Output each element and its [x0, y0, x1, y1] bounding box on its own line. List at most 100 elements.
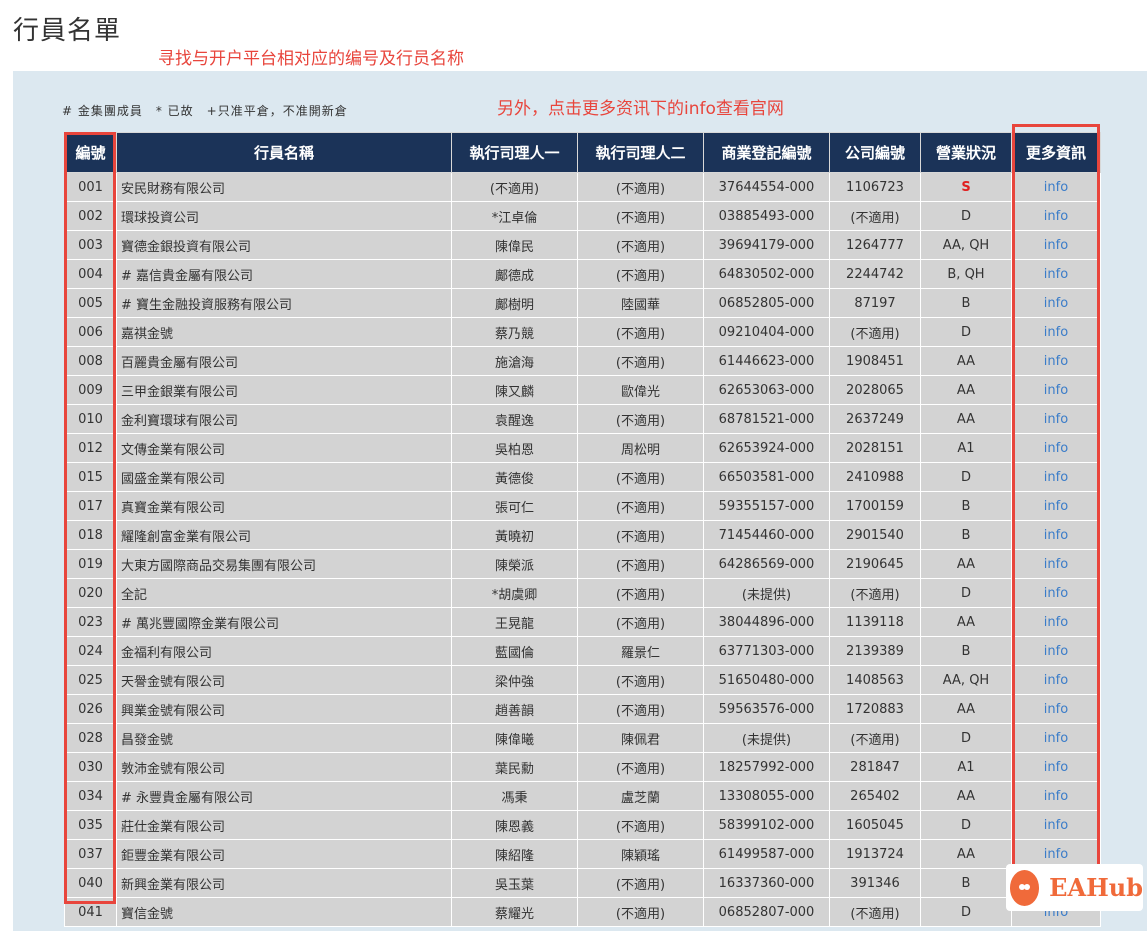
row-company-no-cell: 2028151 — [829, 433, 921, 463]
row-name-cell: 興業金號有限公司 — [116, 694, 452, 724]
row-manager-1-cell: *江卓倫 — [451, 201, 578, 231]
row-id-cell: 001 — [64, 172, 117, 202]
row-manager-1-cell: 蔡耀光 — [451, 897, 578, 927]
row-manager-2-cell: 盧芝蘭 — [577, 781, 704, 811]
row-id-cell: 041 — [64, 897, 117, 927]
info-link[interactable]: info — [1044, 180, 1068, 195]
row-manager-2-cell: (不適用) — [577, 607, 704, 637]
row-id-cell: 018 — [64, 520, 117, 550]
info-link[interactable]: info — [1044, 383, 1068, 398]
info-link[interactable]: info — [1044, 760, 1068, 775]
row-status-cell: AA — [920, 607, 1012, 637]
info-link[interactable]: info — [1044, 499, 1068, 514]
eahub-logo-text: EAHub — [1049, 873, 1143, 902]
row-business-reg-cell: 59563576-000 — [703, 694, 830, 724]
row-business-reg-cell: 71454460-000 — [703, 520, 830, 550]
col-header-manager-1: 執行司理人一 — [451, 132, 578, 173]
info-link[interactable]: info — [1044, 441, 1068, 456]
info-link[interactable]: info — [1044, 528, 1068, 543]
row-status-cell: AA, QH — [920, 230, 1012, 260]
row-company-no-cell: 1408563 — [829, 665, 921, 695]
row-manager-2-cell: 周松明 — [577, 433, 704, 463]
row-business-reg-cell: 66503581-000 — [703, 462, 830, 492]
row-status-cell: AA, QH — [920, 665, 1012, 695]
row-info-cell: info — [1011, 723, 1101, 753]
row-info-cell: info — [1011, 665, 1101, 695]
row-manager-2-cell: (不適用) — [577, 230, 704, 260]
row-id-cell: 025 — [64, 665, 117, 695]
info-link[interactable]: info — [1044, 296, 1068, 311]
table-row: 009 三甲金銀業有限公司 陳又麟 歐偉光 62653063-000 2028065 AA i… — [64, 375, 1101, 405]
row-manager-1-cell: 吳柏恩 — [451, 433, 578, 463]
info-link[interactable]: info — [1044, 789, 1068, 804]
row-info-cell: info — [1011, 694, 1101, 724]
row-info-cell: info — [1011, 636, 1101, 666]
row-info-cell: info — [1011, 752, 1101, 782]
row-manager-2-cell: 陸國華 — [577, 288, 704, 318]
row-id-cell: 026 — [64, 694, 117, 724]
row-company-no-cell: 391346 — [829, 868, 921, 898]
row-company-no-cell: 87197 — [829, 288, 921, 318]
row-status-cell: D — [920, 578, 1012, 608]
row-manager-1-cell: (不適用) — [451, 172, 578, 202]
row-company-no-cell: 1720883 — [829, 694, 921, 724]
info-link[interactable]: info — [1044, 702, 1068, 717]
info-link[interactable]: info — [1044, 847, 1068, 862]
members-table: 編號 行員名稱 執行司理人一 執行司理人二 商業登記編號 公司編號 營業狀況 更… — [64, 132, 1101, 927]
info-link[interactable]: info — [1044, 557, 1068, 572]
row-manager-1-cell: 吳玉葉 — [451, 868, 578, 898]
table-row: 020 全記 *胡虞卿 (不適用) (未提供) (不適用) Dinfo — [64, 578, 1101, 608]
info-link[interactable]: info — [1044, 325, 1068, 340]
row-manager-2-cell: (不適用) — [577, 665, 704, 695]
row-business-reg-cell: 03885493-000 — [703, 201, 830, 231]
row-name-cell: 嘉祺金號 — [116, 317, 452, 347]
info-link[interactable]: info — [1044, 644, 1068, 659]
row-business-reg-cell: 63771303-000 — [703, 636, 830, 666]
row-info-cell: info — [1011, 317, 1101, 347]
row-id-cell: 020 — [64, 578, 117, 608]
info-link[interactable]: info — [1044, 586, 1068, 601]
row-info-cell: info — [1011, 375, 1101, 405]
row-business-reg-cell: 18257992-000 — [703, 752, 830, 782]
row-manager-1-cell: 蔡乃競 — [451, 317, 578, 347]
row-manager-1-cell: 葉民勳 — [451, 752, 578, 782]
row-manager-1-cell: 陳紹隆 — [451, 839, 578, 869]
row-business-reg-cell: 39694179-000 — [703, 230, 830, 260]
row-manager-1-cell: 張可仁 — [451, 491, 578, 521]
table-row: 040新興金業有限公司吳玉葉(不適用)16337360-000391346Bin… — [64, 868, 1101, 898]
row-manager-2-cell: (不適用) — [577, 752, 704, 782]
row-business-reg-cell: 62653924-000 — [703, 433, 830, 463]
info-link[interactable]: info — [1044, 354, 1068, 369]
col-header-more-info: 更多資訊 — [1011, 132, 1101, 173]
row-company-no-cell: 265402 — [829, 781, 921, 811]
row-id-cell: 024 — [64, 636, 117, 666]
row-info-cell: info — [1011, 781, 1101, 811]
row-info-cell: info — [1011, 230, 1101, 260]
info-link[interactable]: info — [1044, 673, 1068, 688]
row-status-cell: D — [920, 317, 1012, 347]
row-manager-1-cell: 施滄海 — [451, 346, 578, 376]
table-row: 026 興業金號有限公司 趙善韻 (不適用) 59563576-000 1720883 AA… — [64, 694, 1101, 724]
row-business-reg-cell: 51650480-000 — [703, 665, 830, 695]
row-name-cell: # 寶生金融投資服務有限公司 — [116, 288, 452, 318]
info-link[interactable]: info — [1044, 731, 1068, 746]
info-link[interactable]: info — [1044, 615, 1068, 630]
info-link[interactable]: info — [1044, 209, 1068, 224]
info-link[interactable]: info — [1044, 412, 1068, 427]
row-manager-2-cell: (不適用) — [577, 404, 704, 434]
row-id-cell: 015 — [64, 462, 117, 492]
row-manager-1-cell: 黃曉初 — [451, 520, 578, 550]
table-row: 019 大東方國際商品交易集團有限公司 陳榮派 (不適用) 64286569-000 21… — [64, 549, 1101, 579]
annotation-mid: 另外，点击更多资讯下的info查看官网 — [497, 99, 784, 119]
info-link[interactable]: info — [1044, 818, 1068, 833]
row-company-no-cell: 2637249 — [829, 404, 921, 434]
annotation-top: 寻找与开户平台相对应的编号及行员名称 — [158, 49, 464, 69]
row-company-no-cell: 2901540 — [829, 520, 921, 550]
row-name-cell: 大東方國際商品交易集團有限公司 — [116, 549, 452, 579]
info-link[interactable]: info — [1044, 238, 1068, 253]
table-row: 028 昌發金號 陳偉曦 陳佩君 (未提供) (不適用) Dinfo — [64, 723, 1101, 753]
row-info-cell: info — [1011, 433, 1101, 463]
info-link[interactable]: info — [1044, 470, 1068, 485]
row-status-cell: D — [920, 462, 1012, 492]
info-link[interactable]: info — [1044, 267, 1068, 282]
